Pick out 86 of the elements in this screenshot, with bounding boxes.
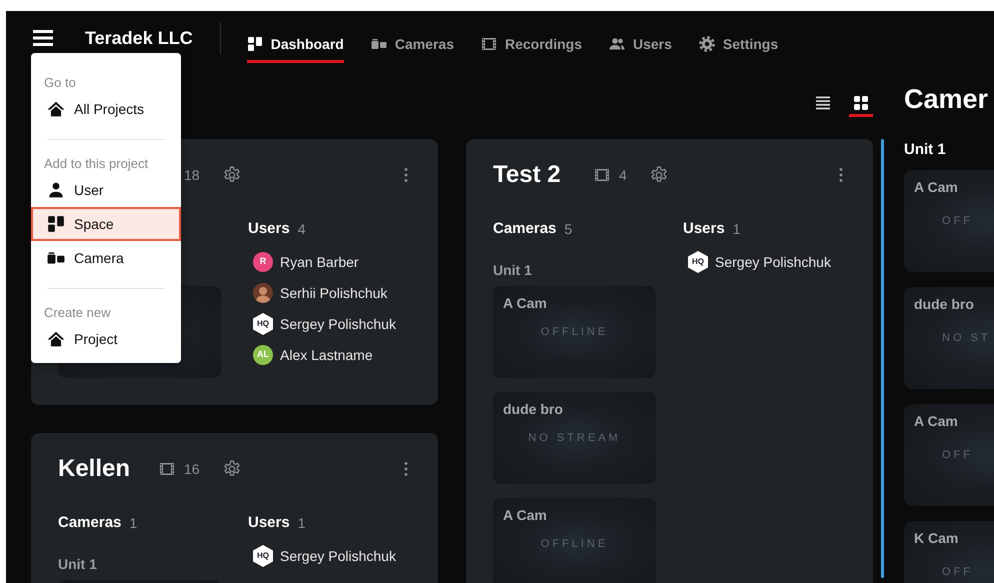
house-icon <box>47 100 65 118</box>
user-name: Alex Lastname <box>280 346 373 364</box>
camera-status: OFFLINE <box>540 326 610 338</box>
camera-tile[interactable]: A Cam OFFLINE <box>493 286 656 378</box>
film-icon <box>594 167 610 183</box>
camera-name: K Cam <box>914 529 960 547</box>
menu-item[interactable]: Space <box>31 207 181 241</box>
camera-tile[interactable]: K Cam OFF <box>904 521 994 583</box>
user-count: 1 <box>732 220 740 238</box>
nav-tab[interactable]: Settings <box>698 22 778 62</box>
panel-title: Camer <box>904 84 988 114</box>
nav-tab[interactable]: Users <box>609 22 672 62</box>
user-name: Ryan Barber <box>280 252 359 272</box>
unit-label: Unit 1 <box>493 262 532 278</box>
settings-icon <box>698 36 715 52</box>
camera-tile[interactable]: A Cam OFFLINE <box>493 498 656 583</box>
section-heading: Users <box>248 218 290 239</box>
user-count: 4 <box>298 220 306 238</box>
menu-item[interactable]: User <box>31 173 181 207</box>
user-name: Serhii Polishchuk <box>280 284 388 302</box>
camera-name: dude bro <box>503 400 564 418</box>
house-icon <box>47 330 65 348</box>
list-view-icon <box>815 95 831 111</box>
camera-tile[interactable]: dude bro NO STREAM <box>493 392 656 484</box>
camera-icon <box>370 36 387 52</box>
project-title: Test 2 <box>493 161 561 188</box>
camera-status: OFF <box>941 449 974 461</box>
project-title: Kellen <box>58 455 130 482</box>
dashboard-icon <box>246 36 263 52</box>
user-avatar: R <box>253 252 273 272</box>
recording-count: 4 <box>619 166 627 184</box>
film-icon <box>480 36 497 52</box>
menu-button[interactable] <box>33 29 53 47</box>
grid-view-icon <box>853 95 869 111</box>
menu-item[interactable]: Project <box>31 322 181 356</box>
camera-name: A Cam <box>503 506 548 524</box>
recording-count: 16 <box>184 460 200 478</box>
menu-heading: Create new <box>43 304 112 322</box>
unit-label: Unit 1 <box>904 141 946 158</box>
camera-name: A Cam <box>503 294 548 312</box>
user-count: 1 <box>298 514 306 532</box>
camera-status: NO ST <box>941 332 992 344</box>
settings-button[interactable] <box>222 460 241 478</box>
section-heading: Users <box>248 512 290 533</box>
user-name: Sergey Polishchuk <box>280 314 396 334</box>
camera-count: 5 <box>564 220 572 238</box>
menu-heading: Add to this project <box>43 155 150 173</box>
camera-count: 1 <box>129 514 138 532</box>
menu-heading: Go to <box>43 74 77 92</box>
camera-status: NO STREAM <box>527 432 622 444</box>
settings-button[interactable] <box>222 166 241 184</box>
film-icon <box>159 461 175 477</box>
nav-tab[interactable]: Recordings <box>480 22 582 62</box>
camera-name: A Cam <box>914 412 959 430</box>
user-avatar: HQ <box>253 545 273 567</box>
more-button[interactable] <box>404 167 408 183</box>
camera-tile[interactable]: dude bro NO ST <box>904 287 994 389</box>
avatar-icon <box>253 283 273 303</box>
user-avatar: AL <box>253 345 273 365</box>
settings-button[interactable] <box>650 166 668 184</box>
camera-status: OFF <box>941 566 974 578</box>
camera-tile[interactable]: A Cam OFF <box>904 170 994 272</box>
camera-status: OFFLINE <box>540 538 610 550</box>
organization-name: Teradek LLC <box>85 26 193 50</box>
camera-name: A Cam <box>914 178 959 196</box>
section-heading: Users <box>683 218 725 239</box>
recording-count: 18 <box>184 166 200 184</box>
users-icon <box>609 36 625 52</box>
menu-item[interactable]: All Projects <box>31 92 181 126</box>
section-heading: Cameras <box>493 218 556 239</box>
camera-status: OFF <box>941 215 974 227</box>
user-name: Sergey Polishchuk <box>280 546 396 566</box>
camera-name: dude bro <box>914 295 975 313</box>
more-button[interactable] <box>839 167 843 183</box>
section-heading: Cameras <box>58 512 122 533</box>
nav-tab[interactable]: Cameras <box>370 22 454 62</box>
camera-tile[interactable]: A Cam OFF <box>904 404 994 506</box>
user-name: Sergey Polishchuk <box>715 252 831 272</box>
unit-label: Unit 1 <box>58 556 97 572</box>
dashboard-icon <box>47 215 65 233</box>
user-avatar: HQ <box>253 313 273 335</box>
more-button[interactable] <box>404 461 408 477</box>
person-icon <box>47 181 65 199</box>
nav-tab[interactable]: Dashboard <box>246 22 344 62</box>
user-avatar: HQ <box>688 251 708 273</box>
menu-item[interactable]: Camera <box>31 241 181 275</box>
